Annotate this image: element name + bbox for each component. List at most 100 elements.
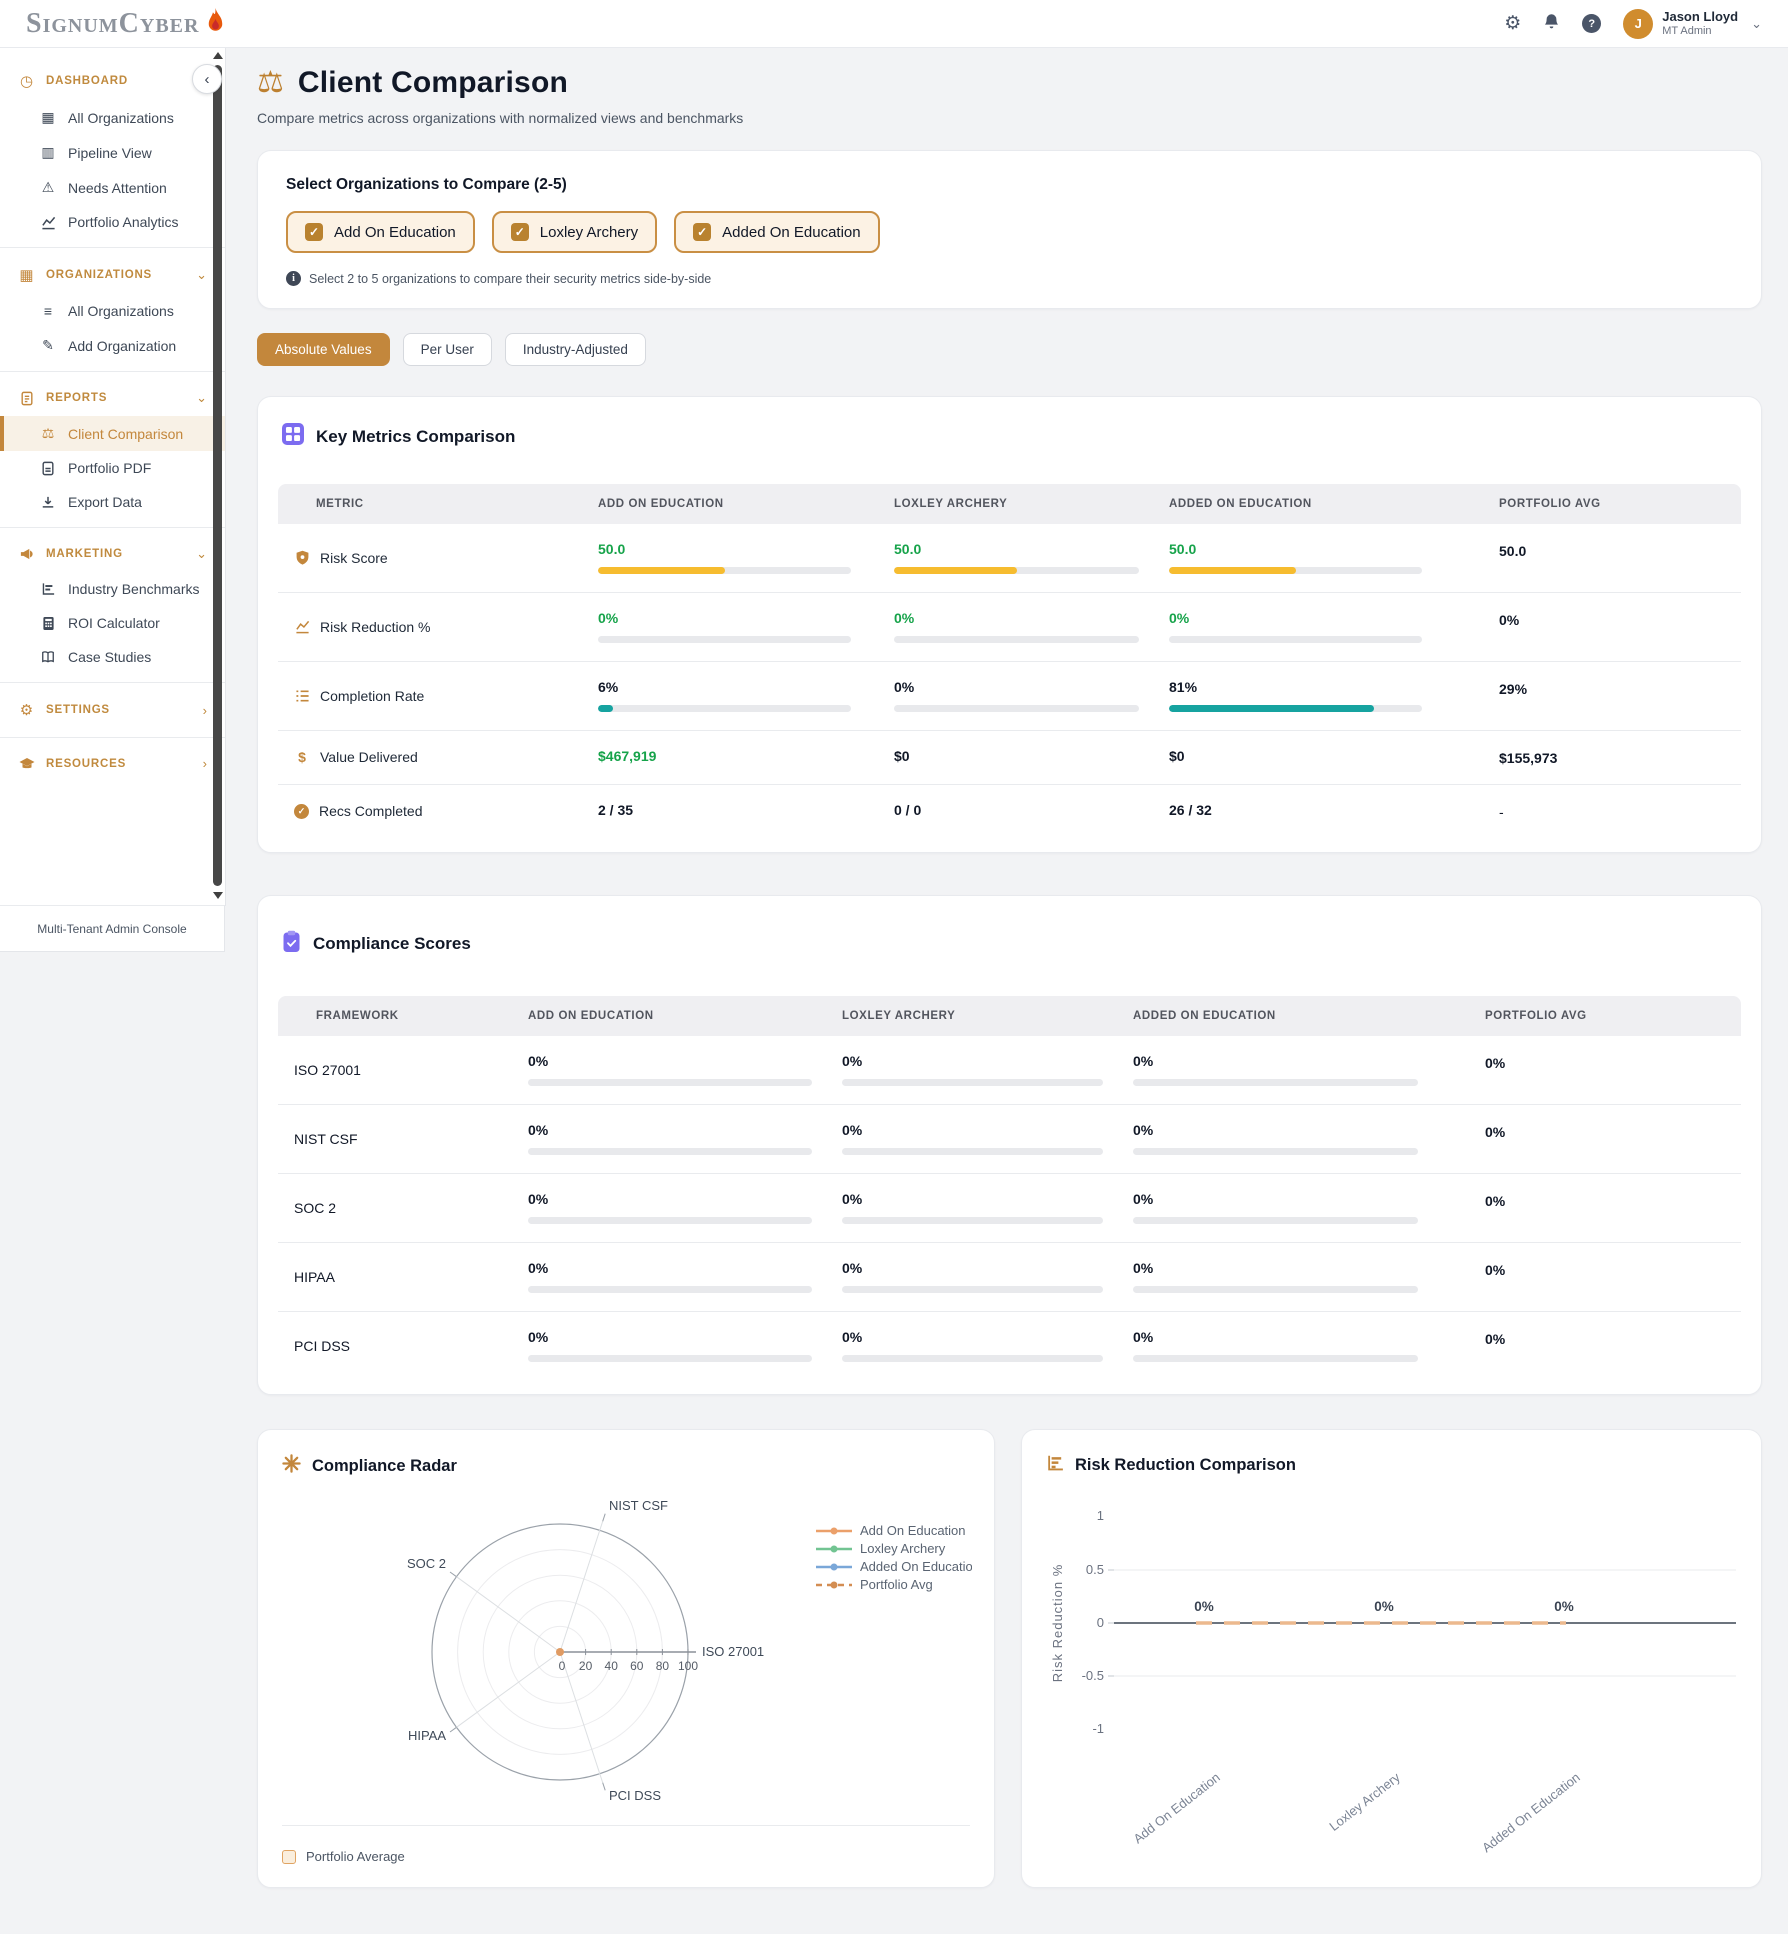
scales-icon: ⚖ [40, 425, 56, 442]
org-checkbox-loxley-archery[interactable]: ✓ Loxley Archery [492, 211, 657, 253]
svg-text:Loxley Archery: Loxley Archery [1326, 1769, 1403, 1834]
sidebar-item-all-organizations[interactable]: ▦ All Organizations [0, 100, 225, 135]
key-metrics-title: Key Metrics Comparison [316, 427, 515, 447]
gear-icon: ⚙ [18, 701, 35, 719]
progress-bar [1133, 1148, 1418, 1155]
progress-bar [1169, 705, 1422, 712]
dollar-icon: $ [294, 749, 310, 765]
calculator-icon [40, 616, 56, 631]
chevron-right-icon: › [203, 703, 207, 718]
svg-text:0%: 0% [1554, 1599, 1574, 1614]
tab-absolute-values[interactable]: Absolute Values [257, 333, 390, 366]
bar-chart-icon [1046, 1454, 1064, 1477]
bell-icon[interactable] [1543, 13, 1560, 35]
document-icon [18, 391, 35, 406]
checkbox-checked-icon: ✓ [511, 223, 529, 241]
avatar: J [1623, 9, 1653, 39]
table-row-iso-27001: ISO 27001 0% 0% 0% 0% [278, 1036, 1741, 1105]
sidebar-section-organizations[interactable]: ▦ ORGANIZATIONS ⌄ [0, 256, 225, 294]
user-menu[interactable]: J Jason Lloyd MT Admin ⌄ [1623, 9, 1762, 39]
radar-axis-pci: PCI DSS [609, 1788, 661, 1803]
progress-bar [528, 1286, 812, 1293]
portfolio-average-checkbox[interactable] [282, 1850, 296, 1864]
svg-text:0: 0 [559, 1659, 566, 1673]
divider [0, 247, 225, 248]
table-row-value-delivered: $ Value Delivered $467,919 $0 $0 $155,97… [278, 731, 1741, 785]
scrollbar-thumb[interactable] [213, 65, 222, 886]
table-row-soc-2: SOC 2 0% 0% 0% 0% [278, 1174, 1741, 1243]
chevron-down-icon: ⌄ [196, 546, 207, 562]
columns-icon: ▥ [40, 144, 56, 161]
sidebar-section-marketing[interactable]: MARKETING ⌄ [0, 536, 225, 572]
sidebar-item-org-all-organizations[interactable]: ≡ All Organizations [0, 294, 225, 328]
svg-text:-1: -1 [1092, 1721, 1104, 1736]
sidebar-section-reports[interactable]: REPORTS ⌄ [0, 380, 225, 416]
svg-text:40: 40 [605, 1659, 619, 1673]
sidebar-section-resources[interactable]: RESOURCES › [0, 746, 225, 781]
chevron-down-icon: ⌄ [196, 267, 207, 283]
gauge-icon: ◷ [18, 72, 35, 90]
org-checkbox-add-on-education[interactable]: ✓ Add On Education [286, 211, 475, 253]
svg-text:Loxley Archery: Loxley Archery [860, 1541, 946, 1556]
scroll-up-arrow[interactable] [213, 52, 223, 59]
svg-text:Added On Education: Added On Education [860, 1559, 972, 1574]
svg-text:-0.5: -0.5 [1082, 1668, 1104, 1683]
pencil-icon: ✎ [40, 337, 56, 354]
sidebar-item-export-data[interactable]: Export Data [0, 485, 225, 519]
svg-text:0%: 0% [1194, 1599, 1214, 1614]
sidebar-item-case-studies[interactable]: Case Studies [0, 640, 225, 674]
graduation-cap-icon [18, 757, 35, 771]
sidebar-item-client-comparison[interactable]: ⚖ Client Comparison [0, 416, 225, 451]
sidebar-item-portfolio-pdf[interactable]: Portfolio PDF [0, 451, 225, 485]
main-content: ⚖ Client Comparison Compare metrics acro… [226, 48, 1788, 1888]
line-chart-icon [40, 215, 56, 230]
pdf-file-icon [40, 461, 56, 476]
radar-data-point [556, 1648, 564, 1656]
chevron-down-icon: ⌄ [196, 390, 207, 406]
divider [0, 371, 225, 372]
sidebar-collapse-button[interactable]: ‹ [192, 64, 222, 94]
building-icon: ▦ [18, 266, 35, 284]
tab-industry-adjusted[interactable]: Industry-Adjusted [505, 333, 646, 366]
svg-text:1: 1 [1097, 1508, 1104, 1523]
sidebar-item-pipeline-view[interactable]: ▥ Pipeline View [0, 135, 225, 170]
tab-per-user[interactable]: Per User [403, 333, 492, 366]
org-selector-heading: Select Organizations to Compare (2-5) [286, 176, 1733, 194]
svg-text:60: 60 [630, 1659, 644, 1673]
table-row-pci-dss: PCI DSS 0% 0% 0% 0% [278, 1312, 1741, 1380]
table-row-risk-score: Risk Score 50.0 50.0 50.0 50.0 [278, 524, 1741, 593]
help-icon[interactable]: ? [1582, 14, 1601, 33]
org-selector-hint: Select 2 to 5 organizations to compare t… [309, 272, 711, 286]
gear-icon[interactable]: ⚙ [1504, 14, 1521, 33]
sidebar-footer: Multi-Tenant Admin Console [0, 905, 225, 952]
sidebar-item-roi-calculator[interactable]: ROI Calculator [0, 606, 225, 640]
user-name: Jason Lloyd [1662, 9, 1738, 25]
svg-text:100: 100 [678, 1659, 698, 1673]
sidebar-item-add-organization[interactable]: ✎ Add Organization [0, 328, 225, 363]
risk-reduction-chart: Risk Reduction % 1 0.5 0 -0.5 -1 0% [1046, 1477, 1739, 1862]
sidebar-item-needs-attention[interactable]: ⚠ Needs Attention [0, 170, 225, 205]
progress-bar [1133, 1217, 1418, 1224]
app-logo[interactable]: SignumCyber [26, 8, 226, 40]
progress-bar [528, 1079, 812, 1086]
top-bar: SignumCyber ⚙ ? J Jason Lloyd MT Admin ⌄ [0, 0, 1788, 48]
sidebar-section-settings[interactable]: ⚙ SETTINGS › [0, 691, 225, 729]
progress-bar [842, 1148, 1103, 1155]
info-icon: i [286, 271, 301, 286]
line-chart-icon [294, 619, 310, 634]
table-row-nist-csf: NIST CSF 0% 0% 0% 0% [278, 1105, 1741, 1174]
scroll-down-arrow[interactable] [213, 892, 223, 899]
sidebar-scrollbar[interactable] [212, 52, 223, 899]
compliance-scores-card: Compliance Scores FRAMEWORK ADD ON EDUCA… [257, 895, 1762, 1395]
sidebar-item-industry-benchmarks[interactable]: Industry Benchmarks [0, 572, 225, 606]
sidebar-item-portfolio-analytics[interactable]: Portfolio Analytics [0, 205, 225, 239]
progress-bar [1169, 567, 1422, 574]
table-grid-icon [282, 423, 304, 450]
page-subtitle: Compare metrics across organizations wit… [257, 110, 1762, 126]
list-icon: ≡ [40, 303, 56, 319]
progress-bar [842, 1217, 1103, 1224]
progress-bar [528, 1355, 812, 1362]
svg-text:0%: 0% [1374, 1599, 1394, 1614]
org-checkbox-added-on-education[interactable]: ✓ Added On Education [674, 211, 879, 253]
key-metrics-header-row: METRIC ADD ON EDUCATION LOXLEY ARCHERY A… [278, 484, 1741, 524]
